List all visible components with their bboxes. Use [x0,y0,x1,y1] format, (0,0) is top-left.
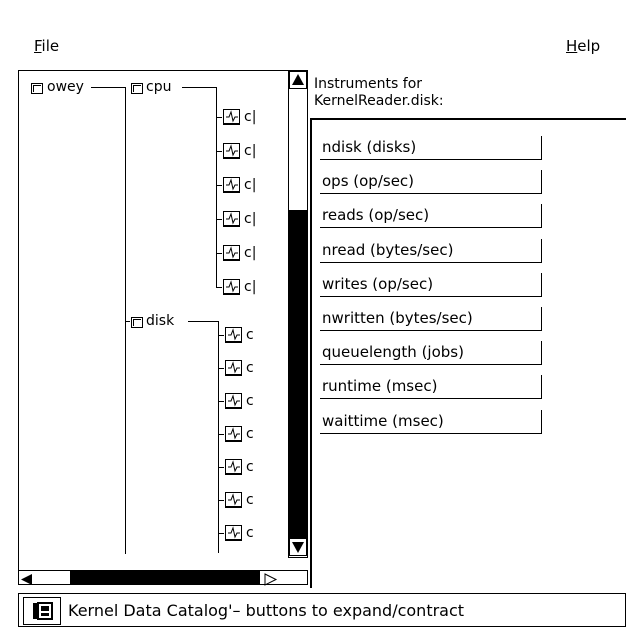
instrument-icon[interactable] [222,142,242,160]
tree-leaf-label[interactable]: c| [244,109,256,125]
file-menu[interactable]: File [34,37,59,55]
tree-leaf-label[interactable]: c [246,492,254,508]
instrument-button[interactable]: reads (op/sec) [320,204,542,229]
tree-leaf-label[interactable]: c| [244,245,256,261]
tree-pane[interactable]: owey cpu c| c| c| c| c| c| disk c c c c c c c [18,70,289,573]
instrument-button[interactable]: writes (op/sec) [320,272,542,297]
instrument-button[interactable]: runtime (msec) [320,375,542,400]
tree-leaf-label[interactable]: c| [244,279,256,295]
tree-group-cpu[interactable]: cpu [146,79,171,95]
tree-line [91,87,125,88]
status-text: Kernel Data Catalog'– buttons to expand/… [68,601,465,620]
instrument-icon[interactable] [224,491,244,509]
tree-leaf-label[interactable]: c [246,426,254,442]
tree-line [182,87,216,88]
cpu-node-icon[interactable] [131,83,143,94]
scroll-right-arrow-icon[interactable] [262,571,278,586]
tree-line [125,321,130,322]
tree-leaf-label[interactable]: c| [244,211,256,227]
instrument-button[interactable]: ops (op/sec) [320,170,542,195]
scroll-up-arrow-icon[interactable] [289,71,307,89]
instrument-icon[interactable] [224,524,244,542]
instrument-button[interactable]: nwritten (bytes/sec) [320,307,542,331]
tree-leaf-label[interactable]: c| [244,143,256,159]
instrument-icon[interactable] [222,176,242,194]
instrument-icon[interactable] [222,278,242,296]
tree-group-disk[interactable]: disk [146,313,174,329]
instrument-icon[interactable] [224,425,244,443]
help-menu[interactable]: Help [566,37,600,55]
tree-leaf-label[interactable]: c [246,393,254,409]
instrument-icon[interactable] [222,244,242,262]
tree-vertical-scroll-thumb[interactable] [289,210,307,540]
instrument-button[interactable]: nread (bytes/sec) [320,238,542,263]
instrument-button[interactable]: ndisk (disks) [320,136,542,160]
instrument-button[interactable]: waittime (msec) [320,409,542,434]
tree-leaf-label[interactable]: c| [244,177,256,193]
catalog-icon [23,597,61,625]
tree-leaf-label[interactable]: c [246,360,254,376]
tree-horizontal-scroll-thumb[interactable] [70,571,260,584]
instrument-icon[interactable] [224,326,244,344]
tree-root-label[interactable]: owey [47,79,84,95]
disk-node-icon[interactable] [131,317,143,328]
instruments-title: Instruments for KernelReader.disk: [314,76,444,109]
instrument-icon[interactable] [224,458,244,476]
instrument-icon[interactable] [222,108,242,126]
tree-line [188,321,218,322]
tree-line [218,321,219,553]
instrument-button[interactable]: queuelength (jobs) [320,341,542,366]
tree-leaf-label[interactable]: c [246,525,254,541]
scroll-left-arrow-icon[interactable] [19,571,35,585]
instrument-icon[interactable] [224,392,244,410]
scroll-down-arrow-icon[interactable] [289,538,307,556]
instrument-icon[interactable] [222,210,242,228]
tree-leaf-label[interactable]: c [246,459,254,475]
instrument-icon[interactable] [224,359,244,377]
tree-leaf-label[interactable]: c [246,327,254,343]
root-node-icon[interactable] [31,83,43,94]
